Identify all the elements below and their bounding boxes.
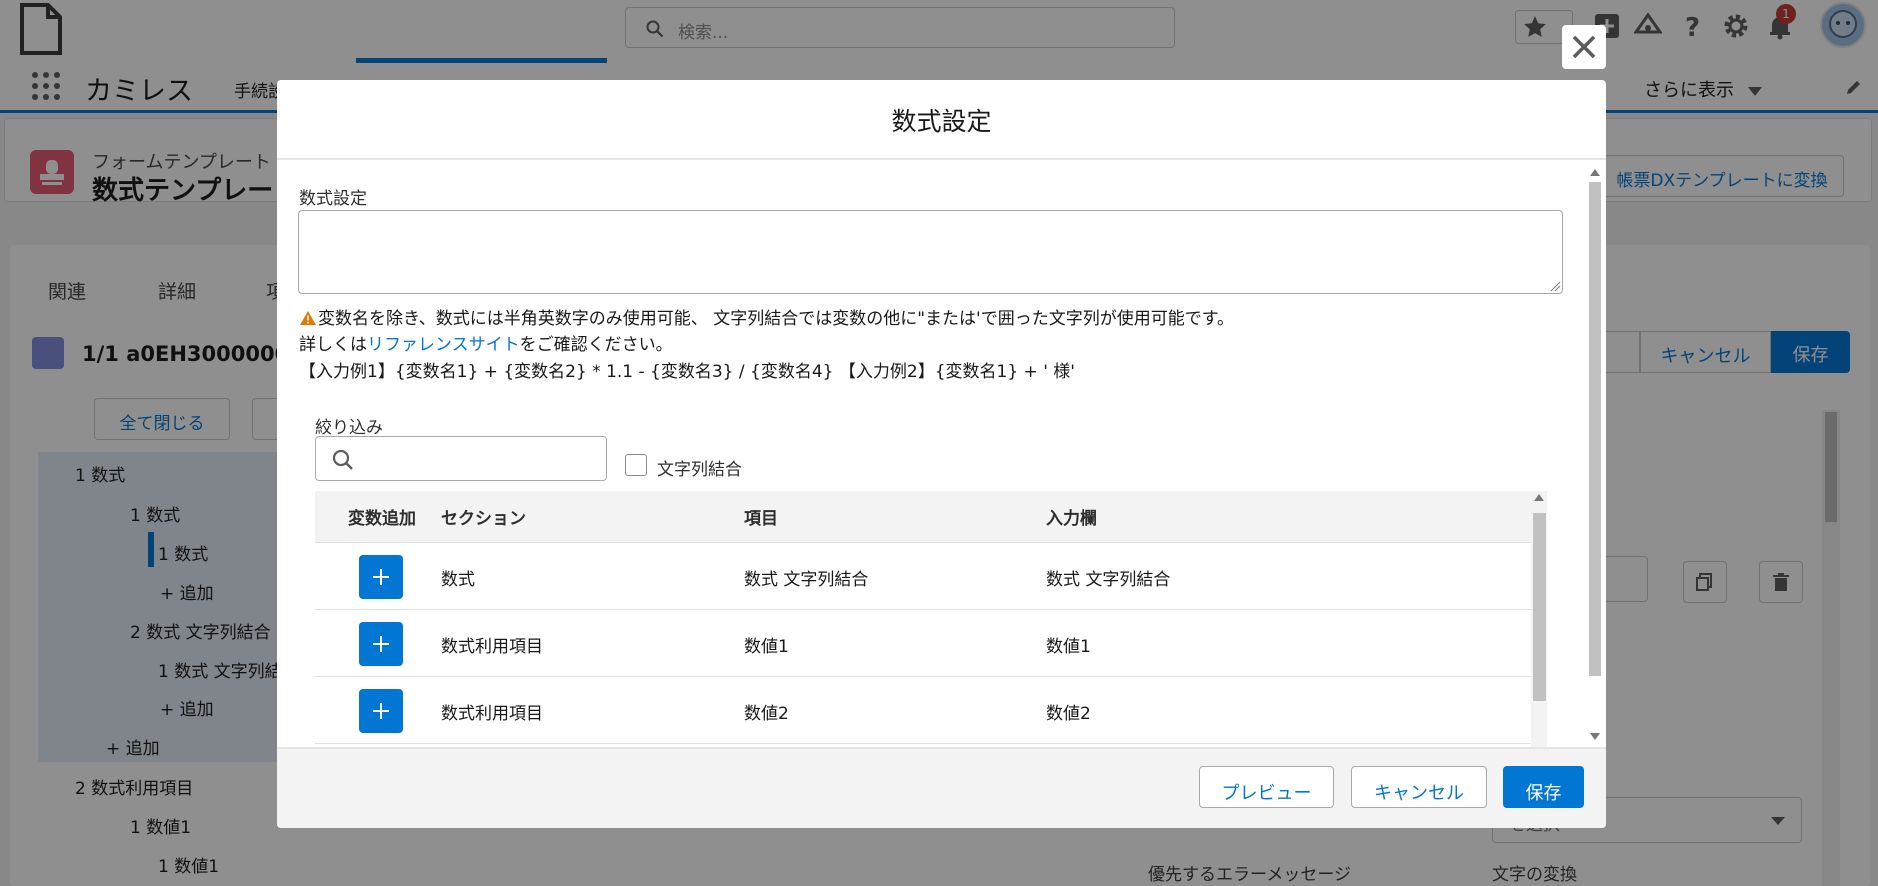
table-row: 数式利用項目 数値1 数値1 bbox=[315, 610, 1547, 677]
cell-item: 数値2 bbox=[744, 704, 789, 724]
cell-input: 数値1 bbox=[1046, 637, 1091, 657]
save-button[interactable]: 保存 bbox=[1503, 766, 1584, 808]
preview-button[interactable]: プレビュー bbox=[1199, 766, 1334, 808]
filter-label: 絞り込み bbox=[315, 418, 383, 438]
add-variable-button[interactable] bbox=[359, 622, 403, 666]
close-icon bbox=[1572, 35, 1596, 59]
table-header: 変数追加 セクション 項目 入力欄 bbox=[315, 491, 1547, 543]
cell-item: 数式 文字列結合 bbox=[744, 570, 869, 590]
reference-suffix: をご確認ください。 bbox=[519, 335, 673, 355]
table-row: 数式利用項目 数値2 数値2 bbox=[315, 677, 1547, 744]
scrollbar-thumb[interactable] bbox=[1589, 182, 1601, 676]
cell-section: 数式 bbox=[441, 570, 475, 590]
modal-footer: プレビュー キャンセル 保存 bbox=[277, 747, 1606, 828]
resize-grip-icon[interactable] bbox=[1549, 280, 1561, 292]
cancel-button[interactable]: キャンセル bbox=[1351, 766, 1487, 808]
formula-field-label: 数式設定 bbox=[299, 189, 367, 209]
reference-site-link[interactable]: リファレンスサイト bbox=[367, 335, 520, 355]
add-variable-button[interactable] bbox=[359, 555, 403, 599]
column-header-add: 変数追加 bbox=[348, 509, 416, 529]
filter-input[interactable] bbox=[315, 436, 607, 481]
scrollbar-thumb[interactable] bbox=[1533, 513, 1546, 701]
modal-title: 数式設定 bbox=[891, 107, 992, 136]
usage-note-text: 変数名を除き、数式には半角英数字のみ使用可能、 文字列結合では変数の他に"または… bbox=[318, 309, 1235, 329]
cell-section: 数式利用項目 bbox=[441, 637, 543, 657]
reference-prefix: 詳しくは bbox=[299, 335, 367, 355]
formula-textarea[interactable] bbox=[298, 210, 1563, 294]
usage-note: 変数名を除き、数式には半角英数字のみ使用可能、 文字列結合では変数の他に"または… bbox=[299, 304, 1234, 329]
string-concat-checkbox[interactable] bbox=[625, 454, 647, 476]
variable-table: 変数追加 セクション 項目 入力欄 数式 数式 文字列結合 数式 文字列結合 数… bbox=[315, 491, 1547, 751]
cell-input: 数値2 bbox=[1046, 704, 1091, 724]
column-header-input: 入力欄 bbox=[1046, 509, 1097, 529]
example-note: 【入力例1】{変数名1} + {変数名2} * 1.1 - {変数名3} / {… bbox=[299, 362, 1075, 382]
scroll-up-arrow-icon[interactable] bbox=[1534, 494, 1544, 501]
modal-close-button[interactable] bbox=[1562, 25, 1606, 69]
column-header-section: セクション bbox=[441, 509, 526, 529]
cell-item: 数値1 bbox=[744, 637, 789, 657]
cell-input: 数式 文字列結合 bbox=[1046, 570, 1171, 590]
warning-icon bbox=[300, 311, 316, 325]
scroll-down-arrow-icon[interactable] bbox=[1590, 733, 1600, 740]
reference-note: 詳しくはリファレンスサイトをご確認ください。 bbox=[299, 330, 673, 355]
table-row: 数式 数式 文字列結合 数式 文字列結合 bbox=[315, 543, 1547, 610]
modal-scrollbar[interactable] bbox=[1587, 166, 1603, 744]
scroll-up-arrow-icon[interactable] bbox=[1590, 169, 1600, 176]
modal-header: 数式設定 bbox=[277, 80, 1606, 160]
string-concat-label: 文字列結合 bbox=[657, 460, 742, 480]
column-header-item: 項目 bbox=[744, 509, 778, 529]
search-icon bbox=[332, 449, 353, 470]
formula-settings-modal: 数式設定 数式設定 変数名を除き、数式には半角英数字のみ使用可能、 文字列結合で… bbox=[277, 80, 1606, 828]
cell-section: 数式利用項目 bbox=[441, 704, 543, 724]
table-scrollbar[interactable] bbox=[1531, 491, 1547, 751]
add-variable-button[interactable] bbox=[359, 689, 403, 733]
